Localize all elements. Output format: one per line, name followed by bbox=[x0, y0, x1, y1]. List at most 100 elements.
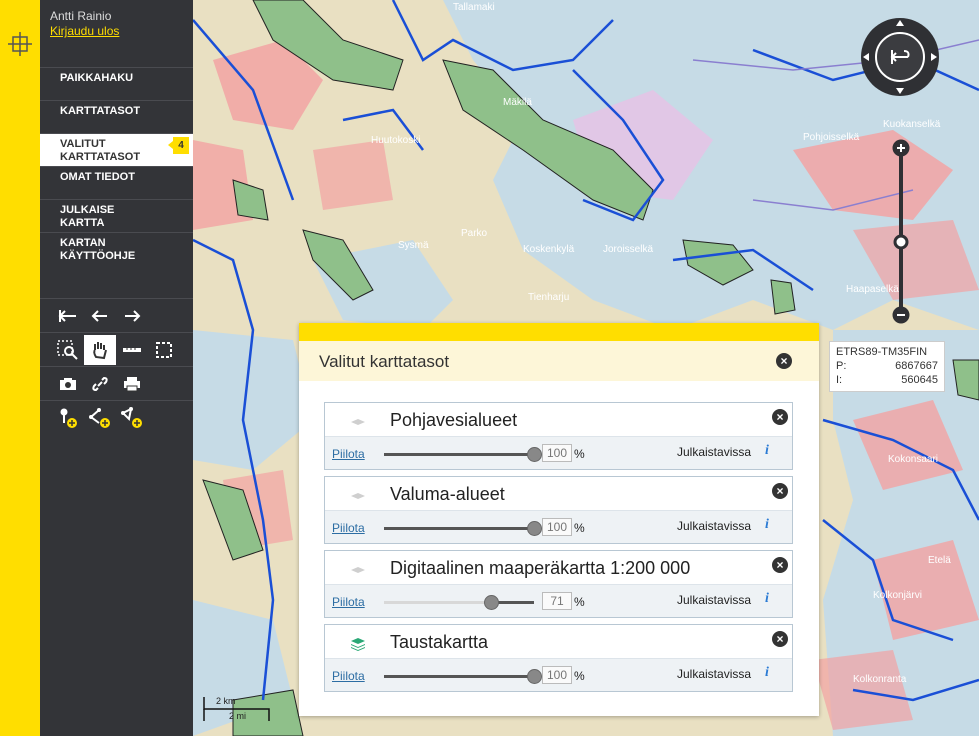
menu-item-label: KARTAN KÄYTTÖOHJE bbox=[60, 237, 136, 262]
opacity-slider-knob[interactable] bbox=[527, 521, 542, 536]
layer-controls: Piilota 100 % Julkaistavissa i bbox=[325, 510, 792, 543]
p-label: P: bbox=[836, 360, 847, 372]
menu-item-karttatasot[interactable]: KARTTATASOT bbox=[40, 100, 193, 133]
measure-area-icon[interactable] bbox=[148, 335, 180, 365]
map-place-label: Parko bbox=[461, 228, 488, 239]
hide-layer-link[interactable]: Piilota bbox=[332, 595, 365, 609]
add-area-icon[interactable] bbox=[116, 403, 148, 433]
add-point-icon[interactable] bbox=[52, 403, 84, 433]
scale-km: 2 km bbox=[216, 696, 236, 706]
opacity-input[interactable]: 100 bbox=[542, 666, 572, 684]
i-label: I: bbox=[836, 374, 843, 386]
link-icon[interactable] bbox=[84, 369, 116, 399]
menu-item-label: OMAT TIEDOT bbox=[60, 171, 135, 183]
layer-controls: Piilota 100 % Julkaistavissa i bbox=[325, 436, 792, 469]
opacity-slider[interactable] bbox=[384, 595, 534, 610]
map-home-icon[interactable] bbox=[8, 32, 32, 56]
panel-drag-bar[interactable] bbox=[299, 323, 819, 341]
scale-mi: 2 mi bbox=[229, 711, 247, 721]
camera-icon[interactable] bbox=[52, 369, 84, 399]
main-menu: PAIKKAHAKU KARTTATASOT VALITUT KARTTATAS… bbox=[40, 67, 193, 265]
print-icon[interactable] bbox=[116, 369, 148, 399]
map-place-label: Pohjoisselkä bbox=[803, 132, 860, 143]
map-place-label: Mäkilä bbox=[503, 97, 532, 108]
hide-layer-link[interactable]: Piilota bbox=[332, 447, 365, 461]
layer-item[interactable]: Taustakartta × Piilota 100 % Julkaistavi… bbox=[324, 624, 793, 692]
layer-item[interactable]: Digitaalinen maaperäkartta 1:200 000 × P… bbox=[324, 550, 793, 618]
map-place-label: Tallamaki bbox=[453, 2, 495, 13]
opacity-slider-knob[interactable] bbox=[483, 595, 499, 610]
menu-item-julkaise-kartta[interactable]: JULKAISE KARTTA bbox=[40, 199, 193, 232]
zoom-control[interactable] bbox=[891, 139, 911, 325]
info-icon[interactable]: i bbox=[765, 443, 769, 459]
hide-layer-link[interactable]: Piilota bbox=[332, 521, 365, 535]
toolbar-row-drawing bbox=[40, 400, 193, 434]
opacity-input[interactable]: 71 bbox=[542, 592, 572, 610]
opacity-input[interactable]: 100 bbox=[542, 518, 572, 536]
hide-layer-link[interactable]: Piilota bbox=[332, 669, 365, 683]
layer-hidden-icon bbox=[351, 493, 365, 499]
layer-name: Pohjavesialueet bbox=[390, 410, 518, 430]
pan-hand-icon[interactable] bbox=[84, 334, 116, 365]
map-place-label: Koskenkylä bbox=[523, 244, 575, 255]
panel-close-button[interactable]: × bbox=[776, 353, 792, 369]
base-map-layers-icon bbox=[351, 638, 365, 651]
remove-layer-button[interactable]: × bbox=[772, 483, 788, 499]
selected-layers-count-badge: 4 bbox=[168, 137, 189, 154]
map-place-label: Kolkonranta bbox=[853, 674, 907, 685]
menu-item-omat-tiedot[interactable]: OMAT TIEDOT bbox=[40, 166, 193, 199]
selected-layers-panel: Valitut karttatasot × Pohjavesialueet × … bbox=[299, 323, 819, 716]
percent-label: % bbox=[574, 521, 585, 535]
map-place-label: Etelä bbox=[928, 555, 951, 566]
info-icon[interactable]: i bbox=[765, 591, 769, 607]
toolbar-row-output bbox=[40, 366, 193, 400]
map-place-label: Kuokanselkä bbox=[883, 119, 941, 130]
menu-item-valitut-karttatasot[interactable]: VALITUT KARTTATASOT 4 bbox=[40, 133, 193, 166]
redo-icon[interactable] bbox=[116, 301, 148, 331]
opacity-slider-knob[interactable] bbox=[527, 669, 542, 684]
toolbar-row-navigation bbox=[40, 332, 193, 366]
measure-line-icon[interactable] bbox=[116, 335, 148, 365]
opacity-slider[interactable] bbox=[384, 447, 542, 462]
info-icon[interactable]: i bbox=[765, 665, 769, 681]
menu-item-label: PAIKKAHAKU bbox=[60, 72, 134, 84]
menu-item-kartan-kayttoohje[interactable]: KARTAN KÄYTTÖOHJE bbox=[40, 232, 193, 265]
layer-item[interactable]: Valuma-alueet × Piilota 100 % Julkaistav… bbox=[324, 476, 793, 544]
remove-layer-button[interactable]: × bbox=[772, 557, 788, 573]
opacity-slider-knob[interactable] bbox=[527, 447, 542, 462]
publish-status: Julkaistavissa bbox=[677, 667, 752, 681]
remove-layer-button[interactable]: × bbox=[772, 409, 788, 425]
reset-view-icon[interactable] bbox=[52, 301, 84, 331]
opacity-input[interactable]: 100 bbox=[542, 444, 572, 462]
layer-controls: Piilota 100 % Julkaistavissa i bbox=[325, 658, 792, 691]
layer-name: Valuma-alueet bbox=[390, 484, 505, 504]
layer-item[interactable]: Pohjavesialueet × Piilota 100 % Julkaist… bbox=[324, 402, 793, 470]
percent-label: % bbox=[574, 669, 585, 683]
publish-status: Julkaistavissa bbox=[677, 519, 752, 533]
info-icon[interactable]: i bbox=[765, 517, 769, 533]
logout-link[interactable]: Kirjaudu ulos bbox=[50, 24, 119, 38]
menu-item-label: VALITUT KARTTATASOT bbox=[60, 138, 141, 163]
layer-hidden-icon bbox=[351, 567, 365, 573]
toolbar-row-history bbox=[40, 298, 193, 332]
map-place-label: Kokonsaari bbox=[888, 454, 938, 465]
zoom-box-icon[interactable] bbox=[52, 335, 84, 365]
scale-bar: 2 km 2 mi bbox=[203, 695, 273, 725]
map-place-label: Huutokoski bbox=[371, 135, 420, 146]
panel-title: Valitut karttatasot bbox=[319, 352, 450, 371]
opacity-slider[interactable] bbox=[384, 669, 542, 684]
undo-icon[interactable] bbox=[84, 301, 116, 331]
i-value: 560645 bbox=[901, 374, 938, 386]
pan-control[interactable] bbox=[858, 17, 942, 97]
layer-name: Taustakartta bbox=[390, 632, 489, 652]
opacity-slider[interactable] bbox=[384, 521, 542, 536]
menu-item-label: JULKAISE KARTTA bbox=[60, 204, 115, 229]
layer-hidden-icon bbox=[351, 419, 365, 425]
percent-label: % bbox=[574, 595, 585, 609]
left-accent-strip bbox=[0, 0, 40, 736]
remove-layer-button[interactable]: × bbox=[772, 631, 788, 647]
layer-name: Digitaalinen maaperäkartta 1:200 000 bbox=[390, 558, 691, 578]
toolbar bbox=[40, 298, 193, 434]
menu-item-paikkahaku[interactable]: PAIKKAHAKU bbox=[40, 67, 193, 100]
add-line-icon[interactable] bbox=[84, 403, 116, 433]
